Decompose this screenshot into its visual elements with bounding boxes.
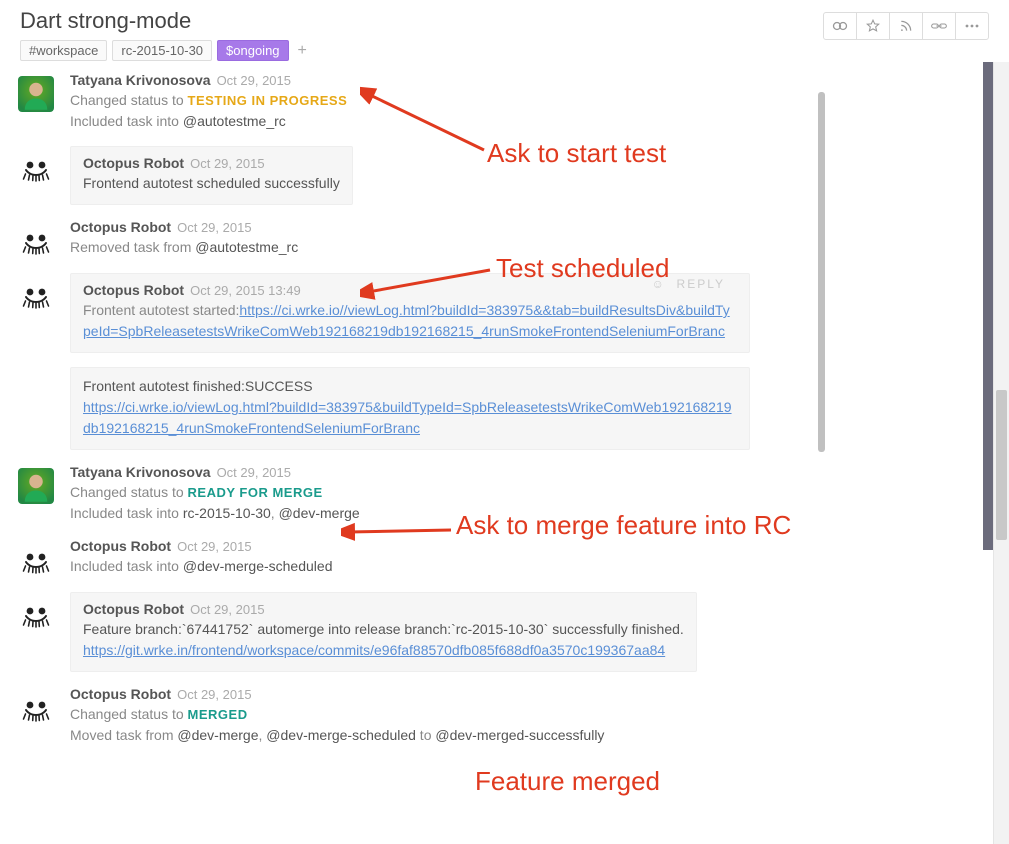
author-name[interactable]: Octopus Robot bbox=[83, 601, 184, 617]
bot-avatar[interactable] bbox=[18, 596, 54, 632]
panel-scrollbar[interactable] bbox=[818, 62, 826, 842]
panel-scrollbar-thumb[interactable] bbox=[818, 92, 825, 452]
author-row: Octopus Robot Oct 29, 2015 bbox=[70, 686, 801, 702]
author-name[interactable]: Octopus Robot bbox=[83, 155, 184, 171]
entry-date: Oct 29, 2015 13:49 bbox=[190, 283, 301, 298]
activity-line: Feature branch:`67441752` automerge into… bbox=[83, 619, 684, 640]
entry-date: Oct 29, 2015 bbox=[190, 156, 264, 171]
tag-rc[interactable]: rc-2015-10-30 bbox=[112, 40, 212, 61]
activity-line: Frontent autotest started:https://ci.wrk… bbox=[83, 300, 737, 342]
bot-avatar[interactable] bbox=[18, 542, 54, 578]
activity-line: Removed task from @autotestme_rc bbox=[70, 237, 801, 258]
toolbar bbox=[824, 12, 989, 40]
entry-date: Oct 29, 2015 bbox=[177, 539, 251, 554]
activity-link[interactable]: https://ci.wrke.io/viewLog.html?buildId=… bbox=[83, 399, 732, 436]
user-avatar[interactable] bbox=[18, 76, 54, 112]
author-name[interactable]: Octopus Robot bbox=[70, 538, 171, 554]
activity-line: Included task into @dev-merge-scheduled bbox=[70, 556, 801, 577]
entry-body: Tatyana Krivonosova Oct 29, 2015 Changed s… bbox=[70, 72, 825, 132]
entry-body: Octopus Robot Oct 29, 2015 Feature branch:… bbox=[70, 592, 825, 672]
author-name[interactable]: Octopus Robot bbox=[70, 219, 171, 235]
rss-icon[interactable] bbox=[889, 12, 923, 40]
entry-body: Octopus Robot Oct 29, 2015 Included task i… bbox=[70, 538, 825, 578]
activity-entry: ☺ REPLY Octopus Robot Oct 29, 2015 13:49 Fr… bbox=[0, 269, 825, 460]
author-row: Octopus Robot Oct 29, 2015 bbox=[70, 538, 801, 554]
activity-line: Frontend autotest scheduled successfully bbox=[83, 173, 340, 194]
bot-avatar[interactable] bbox=[18, 223, 54, 259]
activity-entry: Octopus Robot Oct 29, 2015 Included task i… bbox=[0, 534, 825, 588]
activity-line: https://git.wrke.in/frontend/workspace/c… bbox=[83, 640, 684, 661]
user-avatar[interactable] bbox=[18, 468, 54, 504]
activity-stream: Tatyana Krivonosova Oct 29, 2015 Changed s… bbox=[0, 62, 825, 844]
author-name[interactable]: Octopus Robot bbox=[83, 282, 184, 298]
comment-box: Octopus Robot Oct 29, 2015 Feature branch:… bbox=[70, 592, 697, 672]
link-icon[interactable] bbox=[922, 12, 956, 40]
activity-line: Frontent autotest finished:SUCCESS bbox=[83, 376, 737, 397]
author-name[interactable]: Tatyana Krivonosova bbox=[70, 464, 211, 480]
page-scrollbar[interactable] bbox=[993, 0, 1009, 844]
more-icon[interactable] bbox=[955, 12, 989, 40]
activity-line: Changed status to READY FOR MERGE bbox=[70, 482, 801, 503]
activity-line: Moved task from @dev-merge, @dev-merge-s… bbox=[70, 725, 801, 746]
activity-line: Changed status to MERGED bbox=[70, 704, 801, 725]
activity-entry: Octopus Robot Oct 29, 2015 Feature branch:… bbox=[0, 588, 825, 682]
activity-entry: Tatyana Krivonosova Oct 29, 2015 Changed s… bbox=[0, 460, 825, 534]
task-header: Dart strong-mode #workspace rc-2015-10-3… bbox=[0, 0, 1009, 62]
tags-row: #workspace rc-2015-10-30 $ongoing + bbox=[20, 40, 989, 61]
comment-box: Octopus Robot Oct 29, 2015 13:49 Frontent … bbox=[70, 273, 750, 353]
entry-body: Octopus Robot Oct 29, 2015 Removed task fr… bbox=[70, 219, 825, 259]
comment-box: Frontent autotest finished:SUCCESShttps:… bbox=[70, 367, 750, 450]
bot-avatar[interactable] bbox=[18, 690, 54, 726]
author-row: Tatyana Krivonosova Oct 29, 2015 bbox=[70, 464, 801, 480]
activity-entry: Octopus Robot Oct 29, 2015 Changed status … bbox=[0, 682, 825, 756]
activity-link[interactable]: https://git.wrke.in/frontend/workspace/c… bbox=[83, 642, 665, 658]
activity-entry: Octopus Robot Oct 29, 2015 Removed task fr… bbox=[0, 215, 825, 269]
entry-body: Tatyana Krivonosova Oct 29, 2015 Changed s… bbox=[70, 464, 825, 524]
add-tag-button[interactable]: + bbox=[294, 42, 311, 60]
activity-line: Included task into @autotestme_rc bbox=[70, 111, 801, 132]
tag-ongoing[interactable]: $ongoing bbox=[217, 40, 289, 61]
panel-edge bbox=[983, 0, 993, 550]
scrollbar-thumb[interactable] bbox=[996, 390, 1007, 540]
bot-avatar[interactable] bbox=[18, 277, 54, 313]
activity-entry: Tatyana Krivonosova Oct 29, 2015 Changed s… bbox=[0, 68, 825, 142]
reply-button[interactable]: ☺ REPLY bbox=[652, 277, 725, 291]
activity-line: Changed status to TESTING IN PROGRESS bbox=[70, 90, 801, 111]
author-row: Tatyana Krivonosova Oct 29, 2015 bbox=[70, 72, 801, 88]
author-row: Octopus Robot Oct 29, 2015 bbox=[70, 219, 801, 235]
activity-link[interactable]: https://ci.wrke.io//viewLog.html?buildId… bbox=[83, 302, 730, 339]
bot-avatar[interactable] bbox=[18, 150, 54, 186]
author-name[interactable]: Tatyana Krivonosova bbox=[70, 72, 211, 88]
entry-body: Octopus Robot Oct 29, 2015 Changed status … bbox=[70, 686, 825, 746]
star-icon[interactable] bbox=[856, 12, 890, 40]
activity-line: Included task into rc-2015-10-30, @dev-m… bbox=[70, 503, 801, 524]
author-row: Octopus Robot Oct 29, 2015 bbox=[83, 155, 340, 171]
comment-box: Octopus Robot Oct 29, 2015 Frontend autote… bbox=[70, 146, 353, 205]
author-row: Octopus Robot Oct 29, 2015 bbox=[83, 601, 684, 617]
entry-body: Octopus Robot Oct 29, 2015 Frontend autote… bbox=[70, 146, 825, 205]
tag-workspace[interactable]: #workspace bbox=[20, 40, 107, 61]
entry-date: Oct 29, 2015 bbox=[177, 220, 251, 235]
entry-date: Oct 29, 2015 bbox=[190, 602, 264, 617]
activity-line: https://ci.wrke.io/viewLog.html?buildId=… bbox=[83, 397, 737, 439]
author-name[interactable]: Octopus Robot bbox=[70, 686, 171, 702]
dependencies-icon[interactable] bbox=[823, 12, 857, 40]
entry-body: Octopus Robot Oct 29, 2015 13:49 Frontent … bbox=[70, 273, 825, 450]
entry-date: Oct 29, 2015 bbox=[217, 465, 291, 480]
entry-date: Oct 29, 2015 bbox=[177, 687, 251, 702]
entry-date: Oct 29, 2015 bbox=[217, 73, 291, 88]
activity-entry: Octopus Robot Oct 29, 2015 Frontend autote… bbox=[0, 142, 825, 215]
author-row: Octopus Robot Oct 29, 2015 13:49 bbox=[83, 282, 737, 298]
